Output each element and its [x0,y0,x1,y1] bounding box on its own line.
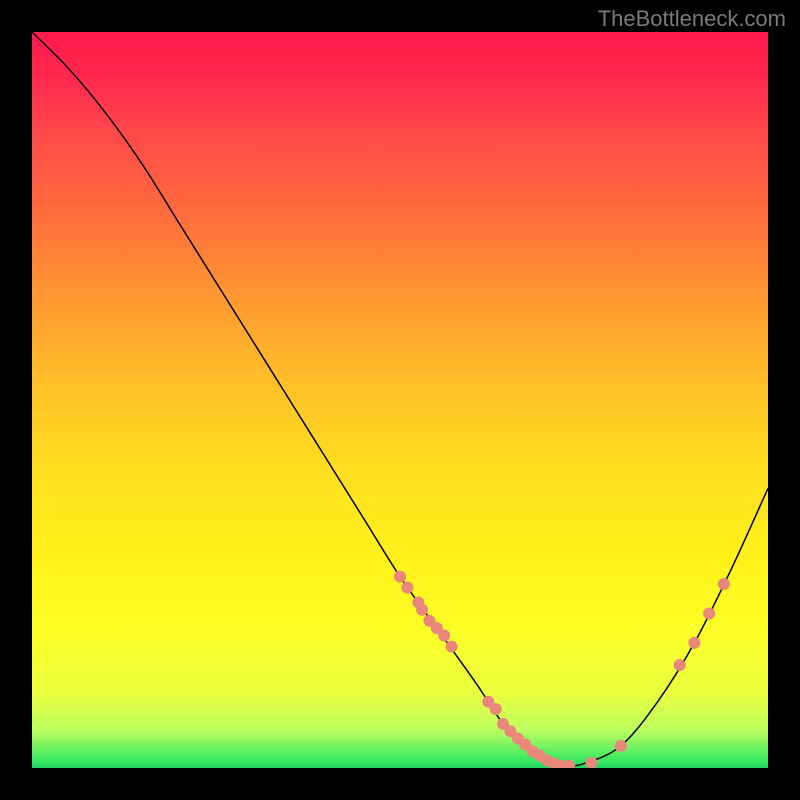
scatter-dot [446,641,458,653]
bottleneck-curve [32,32,768,766]
scatter-group [394,571,730,768]
plot-area [32,32,768,768]
scatter-dot [688,637,700,649]
scatter-dot [394,571,406,583]
scatter-dot [416,604,428,616]
scatter-dot [401,582,413,594]
scatter-dot [438,630,450,642]
chart-overlay [32,32,768,768]
scatter-dot [674,659,686,671]
watermark-text: TheBottleneck.com [598,6,786,32]
scatter-dot [718,578,730,590]
scatter-dot [490,703,502,715]
scatter-dot [585,757,597,768]
scatter-dot [615,740,627,752]
scatter-dot [703,607,715,619]
